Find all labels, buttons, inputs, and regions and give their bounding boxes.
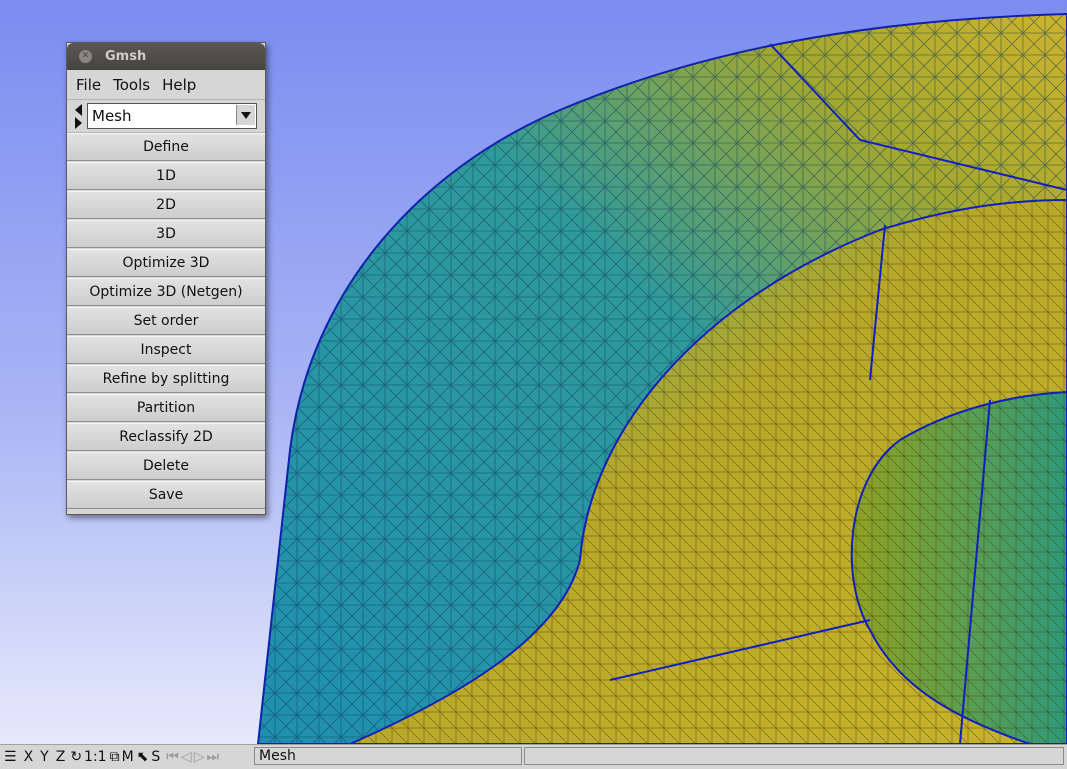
menu-file[interactable]: File — [76, 76, 101, 94]
next-icon[interactable]: ▷ — [194, 749, 205, 765]
snapshot-button[interactable]: S — [151, 749, 160, 765]
progress-field — [524, 747, 1064, 765]
module-nav — [71, 103, 85, 129]
view-x-button[interactable]: X — [24, 749, 34, 765]
next-module-icon[interactable] — [74, 116, 82, 129]
chevron-down-icon[interactable] — [236, 105, 255, 125]
mesh-3d-button[interactable]: 3D — [67, 220, 265, 248]
view-y-button[interactable]: Y — [40, 749, 49, 765]
module-select[interactable]: Mesh — [87, 103, 257, 129]
window-title: Gmsh — [105, 49, 147, 64]
reclassify-2d-button[interactable]: Reclassify 2D — [67, 423, 265, 451]
gmsh-window: ✕ Gmsh File Tools Help Mesh Define 1D 2D… — [66, 42, 266, 515]
select-icon[interactable]: ⬉ — [137, 749, 149, 765]
scale-1to1-button[interactable]: 1:1 — [84, 749, 107, 765]
last-icon[interactable]: ⏭ — [206, 749, 219, 765]
optimize-3d-button[interactable]: Optimize 3D — [67, 249, 265, 277]
view-z-button[interactable]: Z — [56, 749, 66, 765]
inspect-button[interactable]: Inspect — [67, 336, 265, 364]
optimize-3d-netgen-button[interactable]: Optimize 3D (Netgen) — [67, 278, 265, 306]
menubar: File Tools Help — [67, 70, 265, 100]
delete-button[interactable]: Delete — [67, 452, 265, 480]
previous-module-icon[interactable] — [74, 103, 82, 116]
module-value: Mesh — [92, 107, 132, 125]
window-titlebar[interactable]: ✕ Gmsh — [67, 43, 265, 70]
mesh-toggle-button[interactable]: M — [122, 749, 134, 765]
refine-by-splitting-button[interactable]: Refine by splitting — [67, 365, 265, 393]
projection-icon[interactable]: ⧉ — [110, 749, 120, 765]
menu-icon[interactable]: ☰ — [4, 749, 17, 765]
save-button[interactable]: Save — [67, 481, 265, 509]
close-icon[interactable]: ✕ — [79, 50, 92, 63]
statusbar: ☰ X Y Z ↻ 1:1 ⧉ M ⬉ S ⏮ ◁ ▷ ⏭ Mesh — [0, 744, 1067, 769]
rotate-icon[interactable]: ↻ — [70, 749, 82, 765]
mesh-1d-button[interactable]: 1D — [67, 162, 265, 190]
partition-button[interactable]: Partition — [67, 394, 265, 422]
mesh-2d-button[interactable]: 2D — [67, 191, 265, 219]
define-button[interactable]: Define — [67, 133, 265, 161]
menu-help[interactable]: Help — [162, 76, 196, 94]
status-message: Mesh — [254, 747, 522, 765]
previous-icon[interactable]: ◁ — [181, 749, 192, 765]
menu-tools[interactable]: Tools — [113, 76, 150, 94]
first-icon[interactable]: ⏮ — [166, 749, 179, 765]
module-row: Mesh — [67, 100, 265, 133]
set-order-button[interactable]: Set order — [67, 307, 265, 335]
